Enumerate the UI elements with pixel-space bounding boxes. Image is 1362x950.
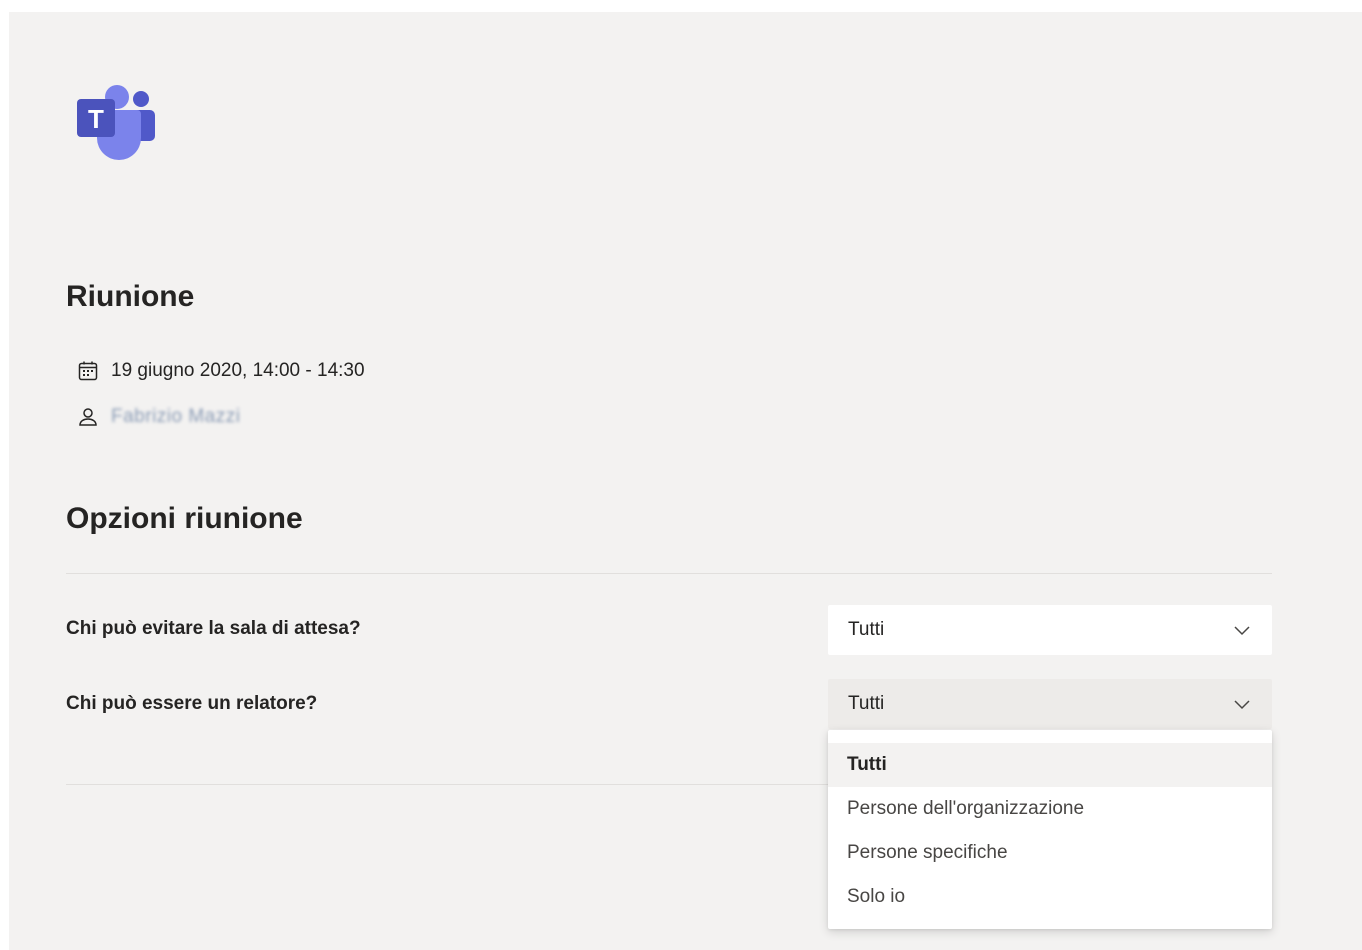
meeting-datetime: 19 giugno 2020, 14:00 - 14:30 [111,360,365,381]
lobby-option-label: Chi può evitare la sala di attesa? [66,618,361,639]
person-icon [79,408,97,426]
chevron-down-icon [1234,626,1250,636]
options-title: Opzioni riunione [66,502,303,535]
meeting-title: Riunione [66,280,195,313]
dropdown-option-only-me[interactable]: Solo io [828,875,1272,919]
logo-letter: T [88,104,104,134]
calendar-icon [78,361,98,381]
dropdown-option-everyone[interactable]: Tutti [828,743,1272,787]
dropdown-option-specific-people[interactable]: Persone specifiche [828,831,1272,875]
meeting-date-row: 19 giugno 2020, 14:00 - 14:30 [77,360,365,382]
divider [66,573,1272,574]
organizer-name: Fabrizio Mazzi [111,406,241,427]
chevron-down-icon [1234,700,1250,710]
meeting-organizer-row: Fabrizio Mazzi [77,406,240,428]
dropdown-option-organization[interactable]: Persone dell'organizzazione [828,787,1272,831]
teams-logo-icon: T [77,85,155,160]
presenter-select-value: Tutti [848,693,885,714]
meeting-options-page: T Riunione 19 giugno 2020, 14:00 - 14:30… [9,12,1362,950]
lobby-select[interactable]: Tutti [828,605,1272,655]
presenter-select[interactable]: Tutti [828,679,1272,729]
presenter-option-label: Chi può essere un relatore? [66,693,318,714]
lobby-select-value: Tutti [848,619,885,640]
presenter-dropdown-menu: Tutti Persone dell'organizzazione Person… [828,730,1272,929]
